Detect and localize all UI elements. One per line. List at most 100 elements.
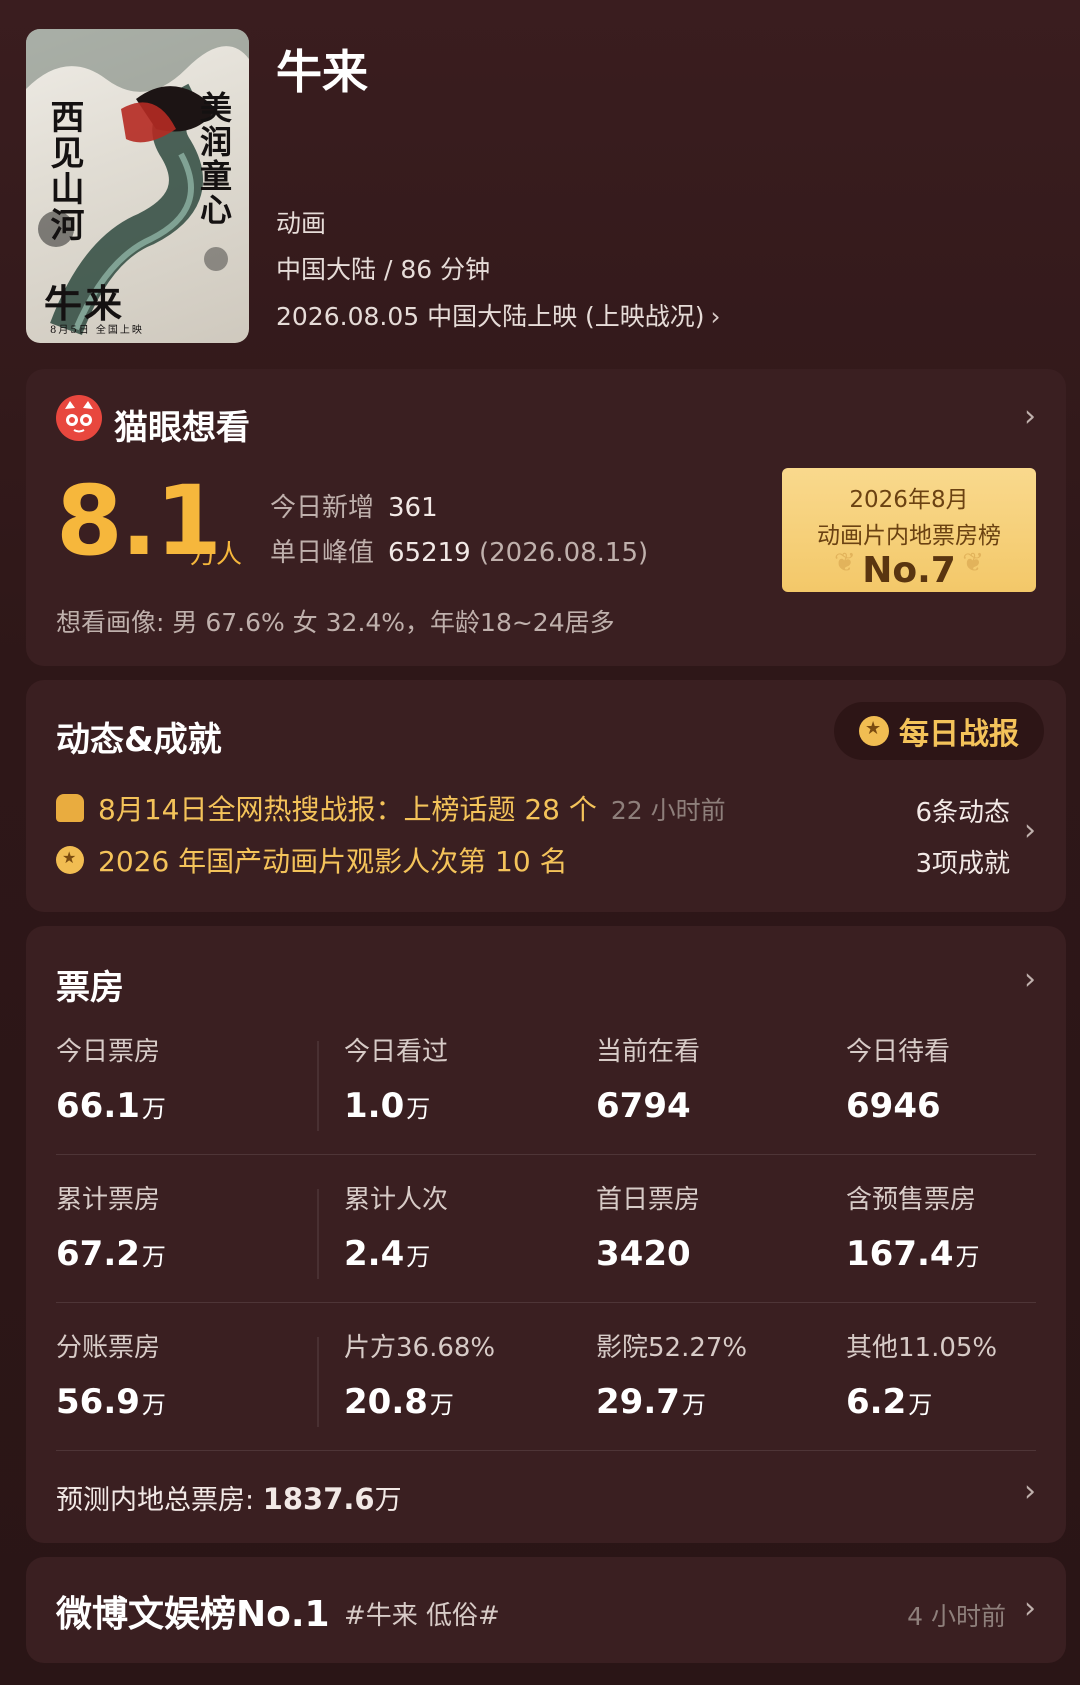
divider	[317, 1041, 319, 1131]
stat-label: 影院52.27%	[596, 1333, 748, 1363]
stat-cell: 分账票房 56.9万	[56, 1327, 166, 1422]
stat-value: 67.2万	[56, 1234, 166, 1274]
daily-peak-date: (2026.08.15)	[479, 538, 649, 568]
stat-cell: 当前在看 6794	[596, 1031, 700, 1126]
forecast-row[interactable]: 预测内地总票房: 1837.6万	[56, 1478, 402, 1517]
rank-period: 2026年8月	[849, 487, 969, 513]
laurel-left-icon: ❦	[834, 548, 856, 578]
stat-cell: 今日待看 6946	[846, 1031, 950, 1126]
want-to-see-card[interactable]: 猫眼想看 › 8.1 万人 今日新增 361 单日峰值 65219 (2026.08…	[26, 369, 1066, 666]
want-title: 猫眼想看	[114, 408, 250, 448]
forecast-unit: 万	[374, 1485, 402, 1516]
audience-portrait: 想看画像: 男 67.6% 女 32.4%，年龄18~24居多	[56, 608, 615, 637]
stat-value: 29.7万	[596, 1382, 706, 1422]
stat-label: 首日票房	[596, 1185, 701, 1215]
stat-label: 其他11.05%	[846, 1333, 998, 1363]
stat-label: 当前在看	[596, 1037, 701, 1067]
boxoffice-card[interactable]: 票房 › 今日票房 66.1万 今日看过 1.0万 当前在看 6794 今日待看…	[26, 926, 1066, 1543]
stat-cell: 含预售票房 167.4万	[846, 1179, 980, 1274]
divider	[317, 1189, 319, 1279]
dynamic-count: 6条动态	[915, 798, 1010, 828]
weibo-rank-title: 微博文娱榜No.1	[56, 1594, 330, 1635]
laurel-right-icon: ❦	[962, 548, 984, 578]
weibo-rank-card[interactable]: 微博文娱榜No.1 #牛来 低俗# 4 小时前 ›	[26, 1557, 1066, 1663]
daily-peak-label: 单日峰值	[270, 538, 375, 568]
stat-label: 片方36.68%	[344, 1333, 496, 1363]
dynamics-card[interactable]: 动态&成就 每日战报 8月14日全网热搜战报：上榜话题 28 个 22 小时前 2…	[26, 680, 1066, 912]
forecast-label: 预测内地总票房:	[56, 1485, 263, 1516]
stat-cell: 首日票房 3420	[596, 1179, 700, 1274]
movie-title: 牛来	[276, 45, 368, 99]
daily-report-button[interactable]: 每日战报	[834, 702, 1044, 760]
divider	[56, 1450, 1036, 1451]
daily-peak: 单日峰值 65219 (2026.08.15)	[270, 532, 648, 569]
dynamic-item-time: 22 小时前	[610, 796, 726, 825]
divider	[56, 1302, 1036, 1303]
chevron-right-icon: ›	[1024, 813, 1036, 848]
poster-date: 8月5日 全国上映	[50, 325, 144, 336]
today-added: 今日新增 361	[270, 487, 438, 524]
weibo-time: 4 小时前	[907, 1602, 1006, 1631]
dynamic-item-text: 8月14日全网热搜战报：上榜话题 28 个	[98, 793, 597, 826]
stat-label: 今日看过	[344, 1037, 449, 1067]
stat-cell: 影院52.27% 29.7万	[596, 1327, 747, 1422]
stat-cell: 今日票房 66.1万	[56, 1031, 166, 1126]
stat-cell: 累计人次 2.4万	[344, 1179, 448, 1274]
poster-title: 牛来	[44, 281, 125, 326]
stat-value: 6794	[596, 1086, 691, 1126]
poster-text-left: 西见山河	[44, 99, 84, 243]
stat-label: 今日待看	[846, 1037, 951, 1067]
stat-label: 含预售票房	[846, 1185, 977, 1215]
achievement-item[interactable]: 2026 年国产动画片观影人次第 10 名	[56, 840, 568, 880]
chevron-right-icon: ›	[710, 302, 721, 331]
want-unit: 万人	[190, 540, 243, 570]
chevron-right-icon: ›	[1024, 1474, 1036, 1509]
stat-value: 167.4万	[846, 1234, 980, 1274]
stat-value: 20.8万	[344, 1382, 454, 1422]
stat-cell: 今日看过 1.0万	[344, 1031, 448, 1126]
daily-peak-value: 65219	[388, 538, 471, 568]
chevron-right-icon: ›	[1024, 399, 1036, 434]
today-added-label: 今日新增	[270, 493, 375, 523]
stat-cell: 片方36.68% 20.8万	[344, 1327, 495, 1422]
achievement-count: 3项成就	[915, 849, 1010, 879]
rank-number: No.7	[862, 550, 956, 591]
daily-report-label: 每日战报	[899, 717, 1019, 752]
stat-value: 6.2万	[846, 1382, 933, 1422]
maoyan-cat-icon	[56, 395, 102, 441]
stat-label: 今日票房	[56, 1037, 161, 1067]
bell-icon	[56, 794, 84, 822]
stat-cell: 其他11.05% 6.2万	[846, 1327, 997, 1422]
rank-category: 动画片内地票房榜	[817, 523, 1001, 549]
stat-value: 56.9万	[56, 1382, 166, 1422]
chevron-right-icon: ›	[1024, 1591, 1036, 1626]
dynamic-item[interactable]: 8月14日全网热搜战报：上榜话题 28 个 22 小时前	[56, 788, 726, 828]
chevron-right-icon: ›	[1024, 962, 1036, 997]
poster-text-right: 美润童心	[195, 91, 233, 227]
stat-value: 1.0万	[344, 1086, 431, 1126]
movie-genre: 动画	[276, 209, 327, 238]
medal-icon	[56, 846, 84, 874]
stat-value: 3420	[596, 1234, 691, 1274]
release-text: 2026.08.05 中国大陆上映 (上映战况)	[276, 302, 705, 331]
movie-poster[interactable]: 西见山河 美润童心 牛来 8月5日 全国上映	[26, 29, 249, 343]
today-added-value: 361	[388, 493, 438, 523]
stat-label: 分账票房	[56, 1333, 161, 1363]
movie-release-link[interactable]: 2026.08.05 中国大陆上映 (上映战况) ›	[276, 297, 721, 333]
dynamics-title: 动态&成就	[56, 720, 222, 760]
stat-label: 累计人次	[344, 1185, 449, 1215]
stat-value: 6946	[846, 1086, 941, 1126]
divider	[56, 1154, 1036, 1155]
stat-label: 累计票房	[56, 1185, 161, 1215]
stat-cell: 累计票房 67.2万	[56, 1179, 166, 1274]
boxoffice-title: 票房	[56, 968, 124, 1008]
forecast-value: 1837.6	[262, 1482, 375, 1516]
achievement-item-text: 2026 年国产动画片观影人次第 10 名	[98, 845, 568, 878]
stat-value: 2.4万	[344, 1234, 431, 1274]
rank-badge[interactable]: 2026年8月 动画片内地票房榜 No.7 ❦ ❦	[782, 468, 1036, 592]
medal-icon	[859, 716, 889, 746]
stat-value: 66.1万	[56, 1086, 166, 1126]
divider	[317, 1337, 319, 1427]
movie-region-runtime: 中国大陆 / 86 分钟	[276, 255, 491, 284]
weibo-hashtag: #牛来 低俗#	[344, 1601, 500, 1631]
